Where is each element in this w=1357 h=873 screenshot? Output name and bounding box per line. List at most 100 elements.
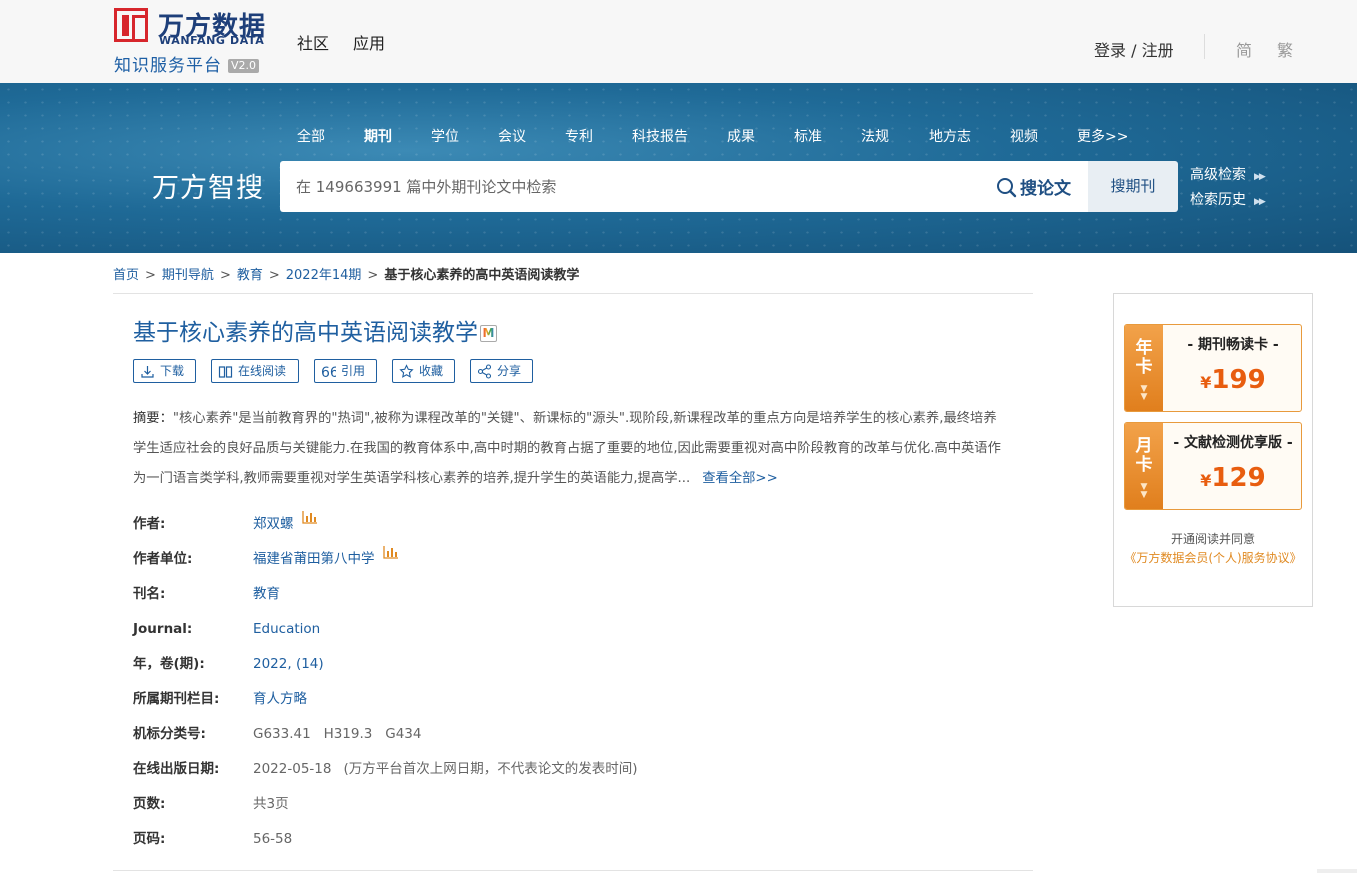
- breadcrumb-journal-nav[interactable]: 期刊导航: [162, 268, 214, 283]
- breadcrumb: 首页 > 期刊导航 > 教育 >2022年14期 > 基于核心素养的高中英语阅读教学: [113, 264, 579, 283]
- tab-all[interactable]: 全部: [297, 126, 325, 146]
- double-arrow-icon: ▶▶: [1254, 197, 1266, 207]
- breadcrumb-issue[interactable]: 2022年14期: [286, 268, 362, 283]
- chevron-down-icon: ▼ ▼: [1140, 384, 1148, 402]
- quote-icon: 66: [321, 365, 336, 379]
- journal-cn-link[interactable]: 教育: [253, 579, 280, 609]
- month-card[interactable]: 月卡 ▼ ▼ - 文献检测优享版 - ¥129: [1124, 422, 1302, 510]
- top-nav: 社区 应用: [297, 30, 409, 54]
- agreement-text: 开通阅读并同意: [1170, 532, 1255, 546]
- author-link[interactable]: 郑双螺: [253, 516, 294, 532]
- tab-standard[interactable]: 标准: [794, 126, 822, 146]
- search-box: 搜论文: [280, 161, 1088, 212]
- currency-symbol: ¥: [1200, 373, 1212, 392]
- book-icon: [218, 366, 233, 378]
- share-button[interactable]: 分享: [470, 359, 533, 383]
- tab-tech-report[interactable]: 科技报告: [632, 126, 688, 146]
- favorite-label: 收藏: [419, 364, 444, 378]
- abstract-text: "核心素养"是当前教育界的"热词",被称为课程改革的"关键"、新课标的"源头".…: [133, 411, 1001, 486]
- bar-chart-icon[interactable]: [301, 511, 317, 524]
- advanced-search-label: 高级检索: [1190, 167, 1246, 183]
- divider: [113, 870, 1033, 871]
- month-card-name: - 文献检测优享版 -: [1173, 435, 1293, 451]
- breadcrumb-home[interactable]: 首页: [113, 268, 139, 283]
- share-icon: [477, 364, 492, 379]
- online-date-note: (万方平台首次上网日期，不代表论文的发表时间): [343, 761, 638, 777]
- affiliation-label: 作者单位:: [133, 551, 193, 567]
- lang-traditional[interactable]: 繁: [1277, 37, 1293, 61]
- divider: [113, 293, 1033, 294]
- search-input[interactable]: [296, 161, 986, 212]
- abstract-label: 摘要：: [133, 411, 173, 426]
- favorite-button[interactable]: 收藏: [392, 359, 455, 383]
- download-label: 下载: [160, 364, 185, 378]
- page-count-value: 共3页: [253, 796, 289, 812]
- online-date-label: 在线出版日期:: [133, 761, 220, 777]
- download-icon: [141, 366, 154, 378]
- search-banner: 全部 期刊 学位 会议 专利 科技报告 成果 标准 法规 地方志 视频 更多>>…: [0, 83, 1357, 253]
- journal-cn-label: 刊名:: [133, 586, 166, 602]
- cite-label: 引用: [341, 364, 366, 378]
- month-card-price-value: 129: [1211, 463, 1266, 493]
- logo-subtitle-text: 知识服务平台: [114, 56, 222, 76]
- login-register-link[interactable]: 登录 / 注册: [1094, 37, 1174, 61]
- tab-local-chronicle[interactable]: 地方志: [929, 126, 971, 146]
- online-date-value: 2022-05-18 (万方平台首次上网日期，不代表论文的发表时间): [253, 754, 638, 784]
- download-button[interactable]: 下载: [133, 359, 196, 383]
- breadcrumb-journal[interactable]: 教育: [237, 268, 263, 283]
- bar-chart-icon[interactable]: [382, 546, 398, 559]
- author-label: 作者:: [133, 516, 166, 532]
- lang-simplified[interactable]: 简: [1236, 37, 1252, 61]
- month-card-tab-label: 月卡: [1125, 437, 1163, 475]
- service-agreement-link[interactable]: 《万方数据会员(个人)服务协议》: [1114, 549, 1312, 568]
- tab-patent[interactable]: 专利: [565, 126, 593, 146]
- logo-subtitle: 知识服务平台 V2.0: [114, 51, 260, 76]
- breadcrumb-separator: >: [268, 268, 280, 283]
- journal-en-link[interactable]: Education: [253, 614, 320, 644]
- read-online-label: 在线阅读: [238, 364, 287, 378]
- column-link[interactable]: 育人方略: [253, 684, 307, 714]
- double-arrow-icon: ▶▶: [1254, 172, 1266, 182]
- page-range-value: 56-58: [253, 831, 293, 847]
- nav-community[interactable]: 社区: [297, 34, 329, 53]
- column-label: 所属期刊栏目:: [133, 691, 220, 707]
- page-count-label: 页数:: [133, 796, 166, 812]
- year-issue-label: 年，卷(期):: [133, 656, 205, 672]
- tab-degree[interactable]: 学位: [431, 126, 459, 146]
- year-card[interactable]: 年卡 ▼ ▼ - 期刊畅读卡 - ¥199: [1124, 324, 1302, 412]
- read-online-button[interactable]: 在线阅读: [211, 359, 299, 383]
- cite-button[interactable]: 66 引用: [314, 359, 377, 383]
- year-issue-link[interactable]: 2022, (14): [253, 649, 324, 679]
- search-history-link[interactable]: 检索历史 ▶▶: [1190, 189, 1266, 209]
- journal-en-label: Journal:: [133, 621, 193, 637]
- header-divider: [1204, 34, 1205, 59]
- tab-regulation[interactable]: 法规: [861, 126, 889, 146]
- classification-label: 机标分类号:: [133, 726, 206, 742]
- breadcrumb-separator: >: [367, 268, 379, 283]
- affiliation-link[interactable]: 福建省莆田第八中学: [253, 551, 375, 567]
- tab-video[interactable]: 视频: [1010, 126, 1038, 146]
- tab-more[interactable]: 更多>>: [1077, 126, 1128, 146]
- advanced-search-link[interactable]: 高级检索 ▶▶: [1190, 164, 1266, 184]
- classification-value: G633.41 H319.3 G434: [253, 726, 422, 742]
- tab-conference[interactable]: 会议: [498, 126, 526, 146]
- search-paper-button[interactable]: 搜论文: [996, 174, 1071, 199]
- tab-journal[interactable]: 期刊: [364, 126, 392, 146]
- month-card-tab-text: 月卡: [1135, 436, 1153, 475]
- share-label: 分享: [497, 364, 522, 378]
- star-icon: [399, 364, 414, 378]
- month-card-tab: 月卡 ▼ ▼: [1125, 423, 1163, 509]
- logo-english: WANFANG DATA: [159, 34, 265, 47]
- search-history-label: 检索历史: [1190, 192, 1246, 208]
- page-range-label: 页码:: [133, 831, 166, 847]
- top-bar: 万方数据 WANFANG DATA 知识服务平台 V2.0 社区 应用 登录 / 注…: [0, 0, 1357, 83]
- tab-achievement[interactable]: 成果: [727, 126, 755, 146]
- search-journal-button[interactable]: 搜期刊: [1088, 161, 1178, 212]
- search-icon: [997, 178, 1017, 198]
- year-card-name: - 期刊畅读卡 -: [1187, 337, 1279, 353]
- nav-apps[interactable]: 应用: [353, 34, 385, 53]
- chevron-down-icon: ▼ ▼: [1140, 482, 1148, 500]
- view-all-link[interactable]: 查看全部>>: [702, 471, 777, 486]
- agreement-notice: 开通阅读并同意 《万方数据会员(个人)服务协议》: [1114, 530, 1312, 568]
- year-card-tab-label: 年卡: [1125, 339, 1163, 377]
